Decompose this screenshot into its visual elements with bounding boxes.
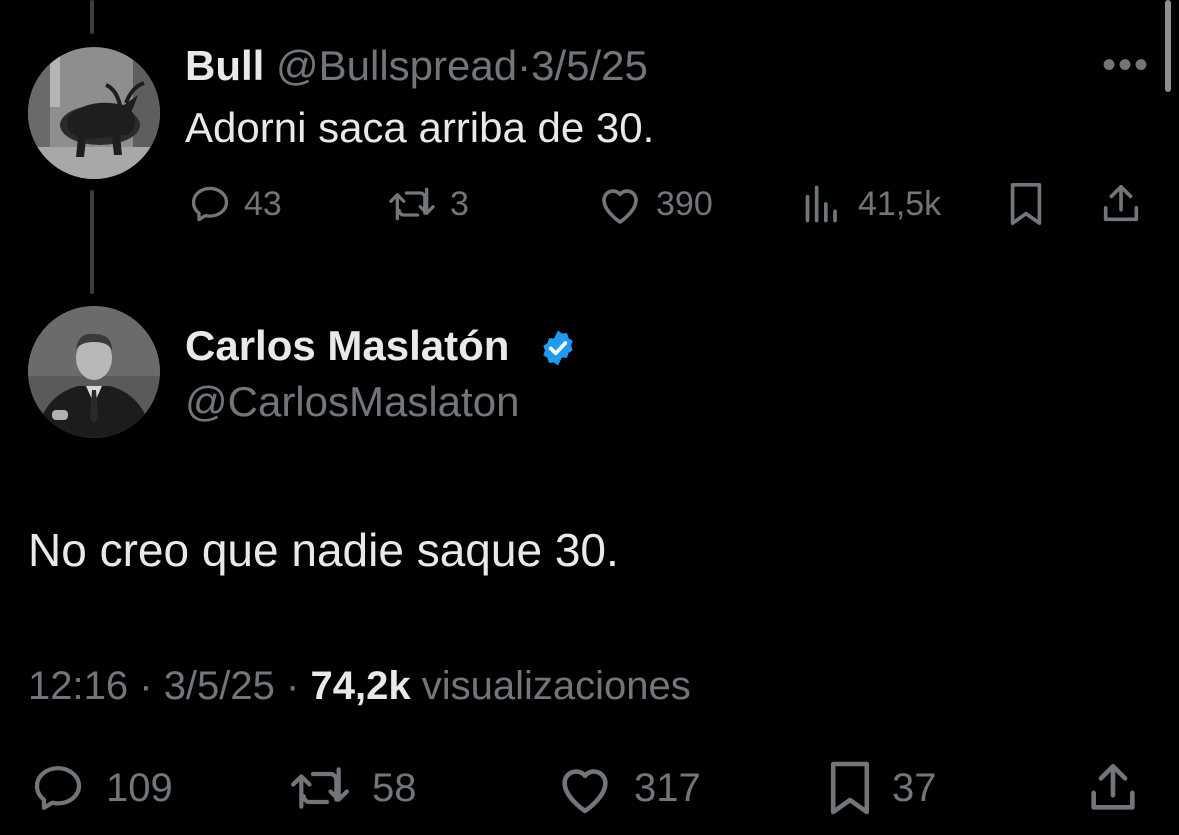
bookmark-icon: [830, 761, 870, 815]
tweet-time[interactable]: 12:16: [28, 664, 128, 708]
main-like-count: 317: [634, 765, 701, 810]
parent-bookmark-button[interactable]: [1006, 182, 1046, 226]
main-tweet-text: No creo que nadie saque 30.: [28, 524, 619, 576]
parent-share-button[interactable]: [1098, 182, 1144, 226]
carlos-avatar[interactable]: [28, 306, 160, 438]
main-repost-count: 58: [372, 765, 417, 810]
parent-separator: ·: [517, 42, 532, 89]
views-label: visualizaciones: [421, 664, 691, 708]
parent-header: Bull @Bullspread·3/5/25: [185, 38, 648, 94]
more-options-button[interactable]: •••: [1102, 45, 1150, 85]
parent-tweet-text: Adorni saca arriba de 30.: [185, 104, 655, 151]
parent-handle[interactable]: @Bullspread: [276, 42, 517, 89]
main-bookmark-button[interactable]: 37: [826, 760, 937, 816]
thread-line-top: [90, 0, 94, 34]
main-reply-count: 109: [106, 765, 173, 810]
reply-icon: [191, 186, 229, 222]
main-display-name[interactable]: Carlos Maslatón: [185, 318, 509, 374]
repost-icon: [389, 187, 435, 221]
parent-repost-count: 3: [450, 184, 469, 223]
main-repost-button[interactable]: 58: [286, 760, 417, 816]
parent-date[interactable]: 3/5/25: [531, 42, 648, 89]
parent-repost-button[interactable]: 3: [386, 182, 469, 226]
parent-like-count: 390: [656, 184, 713, 223]
analytics-icon: [805, 185, 837, 223]
parent-display-name[interactable]: Bull: [185, 42, 264, 89]
heart-icon: [602, 189, 638, 224]
tweet-date[interactable]: 3/5/25: [164, 664, 275, 708]
scrollbar[interactable]: [1165, 0, 1171, 92]
share-icon: [1091, 763, 1135, 810]
verified-badge[interactable]: [538, 328, 578, 373]
bookmark-icon: [1010, 183, 1042, 225]
tweet-meta: 12:16 · 3/5/25 · 74,2k visualizaciones: [28, 658, 691, 714]
man-in-suit-avatar-icon: [28, 306, 160, 438]
main-share-button[interactable]: [1084, 760, 1142, 816]
main-bookmark-count: 37: [892, 765, 937, 810]
reply-icon: [34, 766, 82, 810]
main-reply-button[interactable]: 109: [28, 760, 173, 816]
parent-views-button[interactable]: 41,5k: [802, 182, 941, 226]
bull-statue-avatar-icon: [28, 47, 160, 179]
main-handle[interactable]: @CarlosMaslaton: [185, 374, 519, 430]
thread-line-bottom: [90, 190, 94, 294]
parent-reply-button[interactable]: 43: [188, 182, 282, 226]
meta-separator-2: ·: [286, 664, 300, 708]
parent-view-count: 41,5k: [858, 184, 942, 223]
views-count[interactable]: 74,2k: [310, 664, 410, 708]
heart-icon: [562, 769, 608, 814]
repost-icon: [291, 767, 349, 809]
share-icon: [1103, 184, 1139, 222]
meta-separator-1: ·: [139, 664, 153, 708]
verified-badge-icon: [543, 330, 573, 366]
bull-avatar[interactable]: [28, 47, 160, 179]
parent-like-button[interactable]: 390: [596, 182, 713, 226]
parent-reply-count: 43: [244, 184, 282, 223]
main-like-button[interactable]: 317: [554, 760, 701, 816]
